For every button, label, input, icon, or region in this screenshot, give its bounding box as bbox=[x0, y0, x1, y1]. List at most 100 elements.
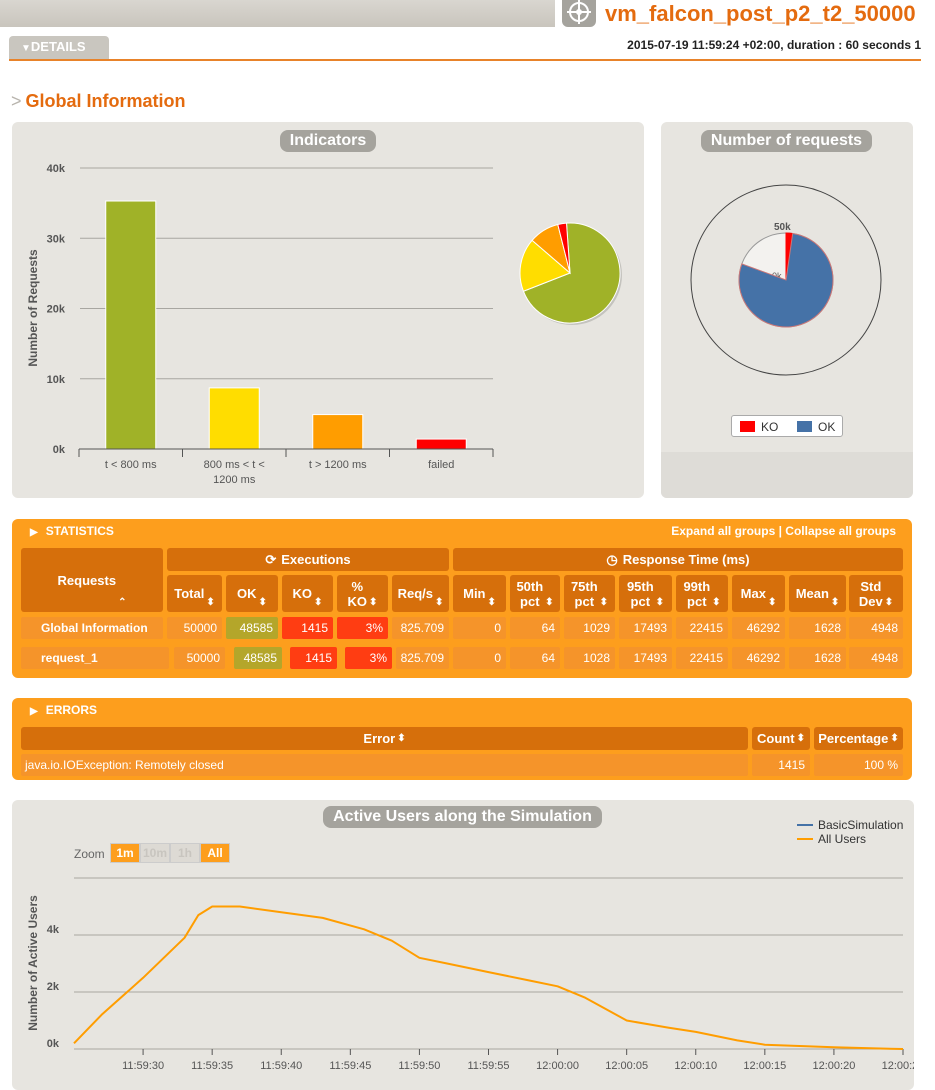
zoom-all-button[interactable]: All bbox=[200, 843, 230, 863]
sort-icon: ⬍ bbox=[767, 597, 777, 608]
zoom-1m-button[interactable]: 1m bbox=[110, 843, 140, 863]
y-tick-label: 10k bbox=[47, 374, 66, 386]
statistics-header[interactable]: ▶ STATISTICS bbox=[30, 524, 114, 538]
legend-label-ok[interactable]: OK bbox=[818, 420, 835, 434]
column-header-min[interactable]: Min ⬍ bbox=[453, 575, 506, 612]
radial-tick-label: 50k bbox=[774, 222, 791, 233]
collapse-all-link[interactable]: Collapse all groups bbox=[785, 524, 896, 538]
stat-cell-p50: 64 bbox=[510, 617, 560, 639]
series-line-all-users[interactable] bbox=[73, 905, 904, 1050]
number-of-requests-chart: 50k0k bbox=[690, 184, 882, 376]
x-tick-label: 11:59:50 bbox=[398, 1060, 440, 1072]
column-header-label: Requests bbox=[57, 572, 117, 588]
column-header-label: 75th pct bbox=[570, 578, 598, 609]
top-banner bbox=[0, 0, 555, 27]
x-tick-label: 12:00:25 bbox=[882, 1060, 914, 1072]
column-header-mean[interactable]: Mean ⬍ bbox=[789, 575, 846, 612]
sort-icon: ⬍ bbox=[397, 733, 406, 744]
x-tick-label: 12:00:15 bbox=[743, 1060, 786, 1072]
group-controls: Expand all groups | Collapse all groups bbox=[671, 524, 896, 538]
error-column-header[interactable]: Error ⬍ bbox=[21, 727, 748, 750]
column-header-95th-pct[interactable]: 95th pct ⬍ bbox=[619, 575, 672, 612]
x-tick-label: 800 ms < t < bbox=[204, 459, 265, 471]
stat-cell-ko: 1415 bbox=[290, 647, 337, 669]
legend-swatch-ko bbox=[740, 421, 755, 432]
count-column-header[interactable]: Count ⬍ bbox=[752, 727, 810, 750]
column-header-75th-pct[interactable]: 75th pct ⬍ bbox=[564, 575, 615, 612]
column-header-label: Req/s bbox=[397, 586, 433, 601]
bar-2[interactable] bbox=[208, 387, 260, 450]
sort-icon: ⬍ bbox=[435, 597, 444, 608]
legend-item-basic-simulation[interactable]: BasicSimulation bbox=[797, 818, 903, 832]
group-controls-separator: | bbox=[778, 524, 782, 538]
stat-cell-ko: 1415 bbox=[282, 617, 333, 639]
legend-line-all-users bbox=[797, 838, 813, 840]
details-tab[interactable]: ▼DETAILS bbox=[9, 36, 109, 60]
stat-cell-pct-ko: 3% bbox=[337, 617, 388, 639]
legend-item-all-users[interactable]: All Users bbox=[797, 832, 903, 846]
column-header-99th-pct[interactable]: 99th pct ⬍ bbox=[676, 575, 728, 612]
zoom-1h-button[interactable]: 1h bbox=[170, 843, 200, 863]
request-name-cell[interactable]: Global Information bbox=[21, 617, 163, 639]
request-name-cell[interactable]: request_1 bbox=[21, 647, 169, 669]
stat-cell-total: 50000 bbox=[174, 647, 225, 669]
column-header-label: % KO bbox=[347, 578, 368, 609]
stat-cell-std: 4948 bbox=[849, 617, 903, 639]
column-header-total[interactable]: Total ⬍ bbox=[167, 575, 222, 612]
sort-icon: ⬍ bbox=[369, 597, 378, 608]
column-header-label: 95th pct bbox=[626, 578, 654, 609]
x-tick-label: 1200 ms bbox=[213, 474, 256, 486]
column-header-ko[interactable]: KO ⬍ bbox=[282, 575, 333, 612]
executions-group-header: ⟳ Executions bbox=[167, 548, 449, 571]
simulation-title: vm_falcon_post_p2_t2_50000 bbox=[605, 1, 916, 26]
legend-label-ko[interactable]: KO bbox=[761, 420, 778, 434]
legend-label-all-users: All Users bbox=[818, 832, 867, 846]
x-tick-label: 11:59:40 bbox=[260, 1060, 302, 1072]
sort-icon: ⬍ bbox=[545, 597, 554, 608]
column-header-50th-pct[interactable]: 50th pct ⬍ bbox=[510, 575, 560, 612]
stat-cell-p75: 1029 bbox=[564, 617, 615, 639]
column-header-req-s[interactable]: Req/s ⬍ bbox=[392, 575, 449, 612]
x-tick-label: 11:59:55 bbox=[467, 1060, 509, 1072]
triangle-right-icon: ▶ bbox=[30, 527, 38, 538]
column-header-label: Mean bbox=[795, 586, 829, 601]
column-header-label: OK bbox=[237, 586, 257, 601]
errors-title: ERRORS bbox=[45, 703, 98, 717]
legend-line-basic-simulation bbox=[797, 824, 813, 826]
x-tick-label: 12:00:20 bbox=[813, 1060, 856, 1072]
column-header-label: KO bbox=[292, 586, 313, 601]
zoom-10m-button[interactable]: 10m bbox=[140, 843, 170, 863]
stat-cell-ok: 48585 bbox=[234, 647, 282, 669]
column-header-std-dev[interactable]: Std Dev ⬍ bbox=[849, 575, 903, 612]
error-count-cell: 1415 bbox=[752, 754, 810, 776]
response-time-group-label: Response Time (ms) bbox=[622, 552, 750, 567]
x-tick-label: 12:00:10 bbox=[674, 1060, 717, 1072]
percentage-column-header[interactable]: Percentage ⬍ bbox=[814, 727, 903, 750]
bar-3[interactable] bbox=[312, 414, 364, 450]
bar-1[interactable] bbox=[105, 200, 157, 450]
stat-cell-max: 46292 bbox=[732, 647, 785, 669]
refresh-icon: ⟳ bbox=[265, 552, 277, 567]
response-time-group-header: ◷ Response Time (ms) bbox=[453, 548, 903, 571]
stat-cell-p75: 1028 bbox=[564, 647, 615, 669]
column-header-ok[interactable]: OK ⬍ bbox=[226, 575, 278, 612]
errors-header[interactable]: ▶ ERRORS bbox=[30, 703, 97, 717]
column-header-max[interactable]: Max ⬍ bbox=[732, 575, 785, 612]
header-divider bbox=[9, 59, 921, 61]
y-axis-label: Number of Requests bbox=[26, 249, 40, 367]
bar-4[interactable] bbox=[415, 438, 467, 450]
expand-all-link[interactable]: Expand all groups bbox=[671, 524, 775, 538]
column-header-label: Total bbox=[174, 586, 205, 601]
column-header-label: 99th pct bbox=[683, 578, 711, 609]
sort-icon: ⬍ bbox=[796, 733, 805, 744]
column-header-requests[interactable]: Requests ⌃ bbox=[21, 548, 163, 612]
x-tick-label: 12:00:00 bbox=[536, 1060, 579, 1072]
column-header-label: Std Dev bbox=[858, 578, 883, 609]
stat-cell-p95: 17493 bbox=[619, 647, 672, 669]
column-header-label: Max bbox=[740, 586, 766, 601]
x-tick-label: 11:59:45 bbox=[329, 1060, 371, 1072]
sort-icon: ⬍ bbox=[487, 597, 496, 608]
column-header-ko[interactable]: % KO ⬍ bbox=[337, 575, 388, 612]
y-tick-label: 20k bbox=[47, 304, 66, 316]
sort-icon: ⬍ bbox=[890, 733, 899, 744]
